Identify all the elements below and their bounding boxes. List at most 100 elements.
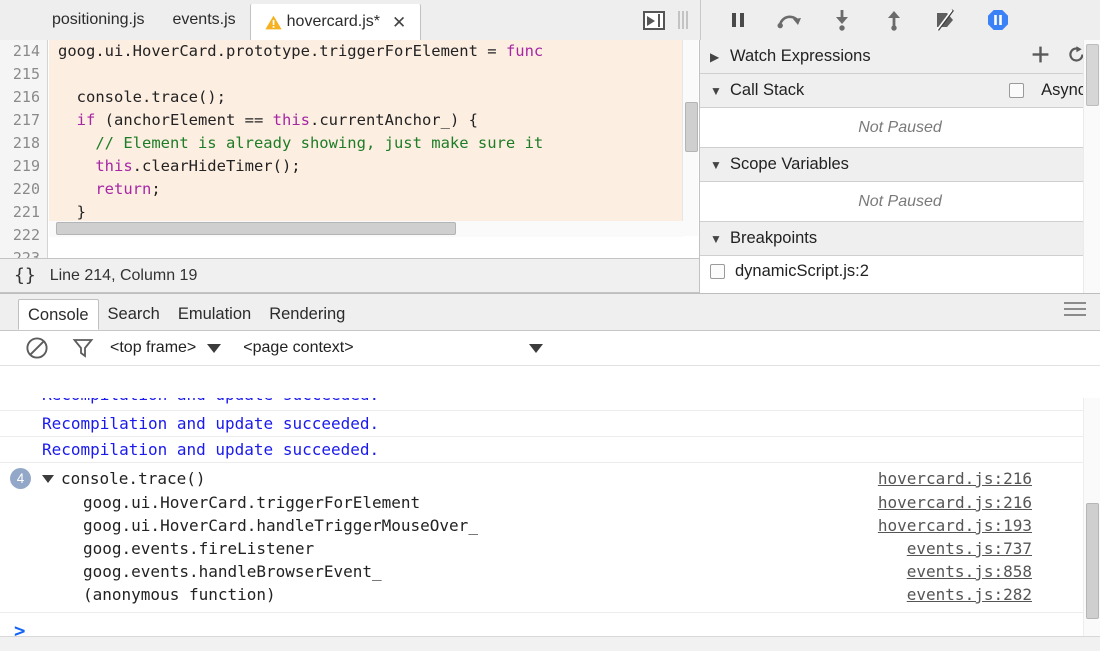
chevron-down-icon: ▼ [710,232,722,246]
sidebar-scrollbar[interactable] [1083,40,1100,293]
breakpoint-list-item[interactable]: dynamicScript.js:2 [700,256,1100,286]
pretty-print-icon[interactable]: {} [0,265,50,286]
console-message[interactable]: Recompilation and update succeeded. [0,437,1100,463]
line-number: 217 [0,109,47,132]
section-title: Breakpoints [730,229,817,248]
chevron-down-icon: ▼ [710,158,722,172]
stack-frame-row[interactable]: goog.events.handleBrowserEvent_ events.j… [0,560,1100,583]
tab-console[interactable]: Console [18,299,99,330]
debugger-toolbar [700,0,1100,40]
stack-frame-row[interactable]: (anonymous function) events.js:282 [0,583,1100,606]
stack-frame-row[interactable]: goog.ui.HoverCard.triggerForElement hove… [0,491,1100,514]
trace-label: console.trace() [61,469,206,488]
tab-emulation[interactable]: Emulation [169,299,260,330]
step-into-button[interactable] [829,7,855,33]
show-navigator-icon [643,11,665,30]
tab-positioning-js[interactable]: positioning.js [38,0,159,40]
code-token: if [77,111,96,129]
tab-rendering[interactable]: Rendering [260,299,354,330]
editor-vertical-scrollbar[interactable] [682,40,698,236]
line-number: 214 [0,40,47,63]
editor-horizontal-scrollbar[interactable] [49,221,683,237]
step-out-button[interactable] [881,7,907,33]
filter-button[interactable] [60,336,106,360]
step-over-button[interactable] [777,7,803,33]
frame-selector[interactable]: <top frame> [110,339,221,357]
source-code-editor[interactable]: 214 215 216 217 218 219 220 221 222 223 … [0,40,700,258]
frame-source-link[interactable]: hovercard.js:216 [878,493,1032,512]
tab-search[interactable]: Search [99,299,169,330]
code-token: .currentAnchor_) { [310,111,478,129]
frame-source-link[interactable]: events.js:737 [907,539,1032,558]
code-token: return [95,180,151,198]
call-stack-empty-text: Not Paused [858,119,942,137]
pause-icon [728,10,748,30]
resize-grip-icon[interactable] [678,11,692,29]
chevron-down-icon [529,344,543,353]
frame-source-link[interactable]: hovercard.js:193 [878,516,1032,535]
code-token: func [506,42,543,60]
tab-events-js[interactable]: events.js [159,0,250,40]
hamburger-menu-icon[interactable] [1064,302,1086,320]
sidebar-section-breakpoints[interactable]: ▼ Breakpoints [700,222,1100,256]
scrollbar-thumb[interactable] [56,222,456,235]
console-scrollbar[interactable] [1083,398,1100,651]
editor-status-bar: {} Line 214, Column 19 [0,258,700,293]
frame-function: goog.events.fireListener [83,539,314,558]
code-token: } [58,203,86,221]
clear-console-button[interactable] [14,336,60,360]
console-message-list[interactable]: Recompilation and update succeeded. Reco… [0,398,1100,651]
line-number-gutter: 214 215 216 217 218 219 220 221 222 223 [0,40,48,258]
trace-header[interactable]: 4 console.trace() hovercard.js:216 [0,466,1100,491]
code-token [58,134,95,152]
scrollbar-thumb[interactable] [1086,44,1099,106]
console-message[interactable]: Recompilation and update succeeded. [0,411,1100,437]
frame-function: goog.ui.HoverCard.handleTriggerMouseOver… [83,516,478,535]
frame-function: goog.ui.HoverCard.triggerForElement [83,493,420,512]
breakpoint-checkbox[interactable] [710,264,725,279]
section-title: Call Stack [730,81,804,100]
chevron-down-icon[interactable] [42,475,54,483]
tab-label: hovercard.js* [287,13,380,31]
sidebar-section-call-stack[interactable]: ▼ Call Stack Async [700,74,1100,108]
code-token: this [95,157,132,175]
plus-icon[interactable] [1031,45,1050,69]
code-line: // Element is already showing, just make… [58,132,543,155]
code-line: return; [58,178,543,201]
tab-hovercard-js[interactable]: hovercard.js* ✕ [250,4,422,41]
close-icon[interactable]: ✕ [392,14,406,31]
code-line: if (anchorElement == this.currentAnchor_… [58,109,543,132]
step-into-icon [833,9,851,31]
pause-on-exceptions-button[interactable] [985,7,1011,33]
step-out-icon [885,9,903,31]
sidebar-section-watch-expressions[interactable]: ▶ Watch Expressions [700,40,1100,74]
tab-label: Console [28,306,89,324]
frame-source-link[interactable]: events.js:858 [907,562,1032,581]
console-trace-group[interactable]: 4 console.trace() hovercard.js:216 goog.… [0,463,1100,613]
step-over-icon [777,9,803,31]
tab-label: Rendering [269,305,345,323]
trace-source-link[interactable]: hovercard.js:216 [878,469,1032,488]
pause-resume-button[interactable] [725,7,751,33]
code-line [58,63,543,86]
line-number: 219 [0,155,47,178]
line-number: 215 [0,63,47,86]
tab-label: Emulation [178,305,251,323]
line-number: 218 [0,132,47,155]
console-message[interactable]: Recompilation and update succeeded. [0,398,1100,411]
show-navigator-button[interactable] [639,11,669,30]
scrollbar-thumb[interactable] [1086,503,1099,619]
scrollbar-thumb[interactable] [685,102,698,152]
tab-label: Search [108,305,160,323]
deactivate-breakpoints-button[interactable] [933,7,959,33]
sidebar-section-scope-variables[interactable]: ▼ Scope Variables [700,148,1100,182]
code-line: goog.ui.HoverCard.prototype.triggerForEl… [58,40,543,63]
top-bar: positioning.js events.js hovercard.js* ✕ [0,0,1100,40]
async-checkbox[interactable] [1009,83,1024,98]
stack-frame-row[interactable]: goog.events.fireListener events.js:737 [0,537,1100,560]
debugger-sidebar: ▶ Watch Expressions ▼ Call Stack Async [700,40,1100,293]
stack-frame-row[interactable]: goog.ui.HoverCard.handleTriggerMouseOver… [0,514,1100,537]
frame-source-link[interactable]: events.js:282 [907,585,1032,604]
context-selector[interactable]: <page context> [243,339,543,357]
section-title: Scope Variables [730,155,849,174]
